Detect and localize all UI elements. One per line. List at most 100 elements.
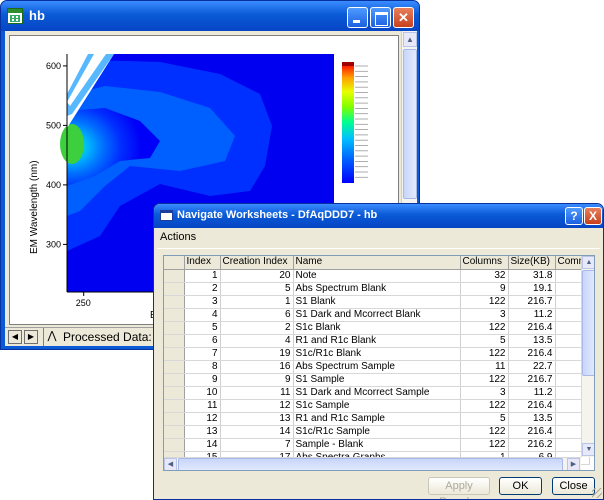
cell-name: Abs Spectrum Blank [293, 282, 461, 296]
graph-title-bar[interactable]: hb ✕ [1, 1, 419, 31]
column-header-name[interactable]: Name [293, 256, 461, 270]
row-selector[interactable] [164, 308, 185, 322]
dialog-close-button[interactable]: X [584, 207, 602, 225]
dialog-title-bar[interactable]: Navigate Worksheets - DfAqDDD7 - hb ? X [154, 204, 603, 228]
table-row[interactable]: 7 19 S1c/R1c Blank 122 216.4 [164, 347, 590, 361]
column-header-size[interactable]: Size(KB) [508, 256, 556, 270]
close-dialog-button[interactable]: Close [552, 477, 595, 495]
cell-creation-index: 2 [220, 321, 294, 335]
column-header-index[interactable]: Index [184, 256, 221, 270]
column-header-columns[interactable]: Columns [460, 256, 509, 270]
cell-columns: 122 [460, 438, 509, 452]
row-selector[interactable] [164, 373, 185, 387]
row-selector[interactable] [164, 386, 185, 400]
cell-creation-index: 11 [220, 386, 294, 400]
row-selector[interactable] [164, 334, 185, 348]
row-selector[interactable] [164, 438, 185, 452]
grid-scroll-right-icon[interactable]: ▶ [567, 458, 580, 470]
table-row[interactable]: 14 7 Sample - Blank 122 216.2 [164, 438, 590, 452]
cell-index: 10 [184, 386, 221, 400]
grid-vscroll-thumb[interactable] [582, 270, 594, 376]
table-row[interactable]: 10 11 S1 Dark and Mcorrect Sample 3 11.2 [164, 386, 590, 400]
cell-index: 4 [184, 308, 221, 322]
cell-name: S1 Blank [293, 295, 461, 309]
cell-index: 7 [184, 347, 221, 361]
grid-scroll-left-icon[interactable]: ◀ [164, 458, 177, 470]
worksheet-app-icon [7, 8, 23, 24]
grid-horizontal-scrollbar[interactable]: ◀ ▶ [164, 457, 581, 470]
table-row[interactable]: 6 4 R1 and R1c Blank 5 13.5 [164, 334, 590, 348]
apply-reorder-button[interactable]: Apply Reorder [428, 477, 490, 499]
row-selector-header[interactable] [164, 256, 185, 270]
row-selector[interactable] [164, 347, 185, 361]
cell-name: S1c/R1c Blank [293, 347, 461, 361]
prev-layer-button[interactable]: ◀ [8, 330, 22, 344]
cell-index: 14 [184, 438, 221, 452]
close-icon: ✕ [398, 10, 409, 25]
cell-size: 13.5 [508, 334, 556, 348]
cell-creation-index: 5 [220, 282, 294, 296]
layer-tab-icon[interactable]: ⋀ [45, 330, 59, 344]
table-row[interactable]: 1 20 Note 32 31.8 [164, 269, 590, 283]
row-selector[interactable] [164, 295, 185, 309]
grid-scroll-down-icon[interactable]: ▼ [582, 443, 594, 456]
cell-size: 11.2 [508, 308, 556, 322]
table-row[interactable]: 9 9 S1 Sample 122 216.7 [164, 373, 590, 387]
navigate-worksheets-dialog[interactable]: Navigate Worksheets - DfAqDDD7 - hb ? X … [153, 203, 604, 500]
cell-name: S1c Blank [293, 321, 461, 335]
row-selector[interactable] [164, 412, 185, 426]
minimize-button[interactable] [347, 7, 368, 28]
y-axis-label: EM Wavelength (nm) [29, 160, 40, 254]
cell-size: 19.1 [508, 282, 556, 296]
cell-size: 31.8 [508, 269, 556, 283]
cell-size: 22.7 [508, 360, 556, 374]
grid-vertical-scrollbar[interactable]: ▲ ▼ [581, 256, 594, 457]
scroll-up-arrow-icon[interactable]: ▲ [403, 32, 417, 47]
close-button[interactable]: ✕ [393, 7, 414, 28]
cell-creation-index: 9 [220, 373, 294, 387]
row-selector[interactable] [164, 269, 185, 283]
cell-creation-index: 13 [220, 412, 294, 426]
row-selector[interactable] [164, 399, 185, 413]
table-row[interactable]: 8 16 Abs Spectrum Sample 11 22.7 [164, 360, 590, 374]
row-selector[interactable] [164, 425, 185, 439]
column-header-creation-index[interactable]: Creation Index [220, 256, 294, 270]
worksheet-grid[interactable]: Index Creation Index Name Columns Size(K… [163, 255, 595, 471]
menu-item-actions[interactable]: Actions [160, 231, 196, 243]
cell-columns: 122 [460, 399, 509, 413]
cell-size: 216.4 [508, 425, 556, 439]
resize-grip-icon[interactable] [592, 488, 602, 498]
next-layer-button[interactable]: ▶ [24, 330, 38, 344]
row-selector[interactable] [164, 321, 185, 335]
table-row[interactable]: 3 1 S1 Blank 122 216.7 [164, 295, 590, 309]
cell-columns: 122 [460, 295, 509, 309]
heatmap-hotspot [60, 124, 84, 164]
grid-scroll-up-icon[interactable]: ▲ [582, 256, 594, 269]
ok-button[interactable]: OK [499, 477, 542, 495]
cell-size: 216.2 [508, 438, 556, 452]
cell-columns: 122 [460, 347, 509, 361]
table-row[interactable]: 13 14 S1c/R1c Sample 122 216.4 [164, 425, 590, 439]
maximize-icon [371, 8, 390, 27]
cell-index: 1 [184, 269, 221, 283]
table-row[interactable]: 4 6 S1 Dark and Mcorrect Blank 3 11.2 [164, 308, 590, 322]
row-selector[interactable] [164, 282, 185, 296]
help-button[interactable]: ? [565, 207, 583, 225]
row-selector[interactable] [164, 360, 185, 374]
table-row[interactable]: 11 12 S1c Sample 122 216.4 [164, 399, 590, 413]
table-row[interactable]: 2 5 Abs Spectrum Blank 9 19.1 [164, 282, 590, 296]
cell-creation-index: 4 [220, 334, 294, 348]
cell-columns: 122 [460, 373, 509, 387]
scroll-thumb[interactable] [403, 49, 417, 199]
cell-creation-index: 14 [220, 425, 294, 439]
maximize-button[interactable] [370, 7, 391, 28]
cell-columns: 3 [460, 386, 509, 400]
table-header-row: Index Creation Index Name Columns Size(K… [164, 256, 590, 270]
cell-index: 8 [184, 360, 221, 374]
table-row[interactable]: 5 2 S1c Blank 122 216.4 [164, 321, 590, 335]
cell-index: 6 [184, 334, 221, 348]
grid-hscroll-thumb[interactable] [178, 458, 563, 470]
table-row[interactable]: 12 13 R1 and R1c Sample 5 13.5 [164, 412, 590, 426]
menu-divider [157, 248, 600, 249]
x-tick-label: 250 [76, 298, 91, 308]
